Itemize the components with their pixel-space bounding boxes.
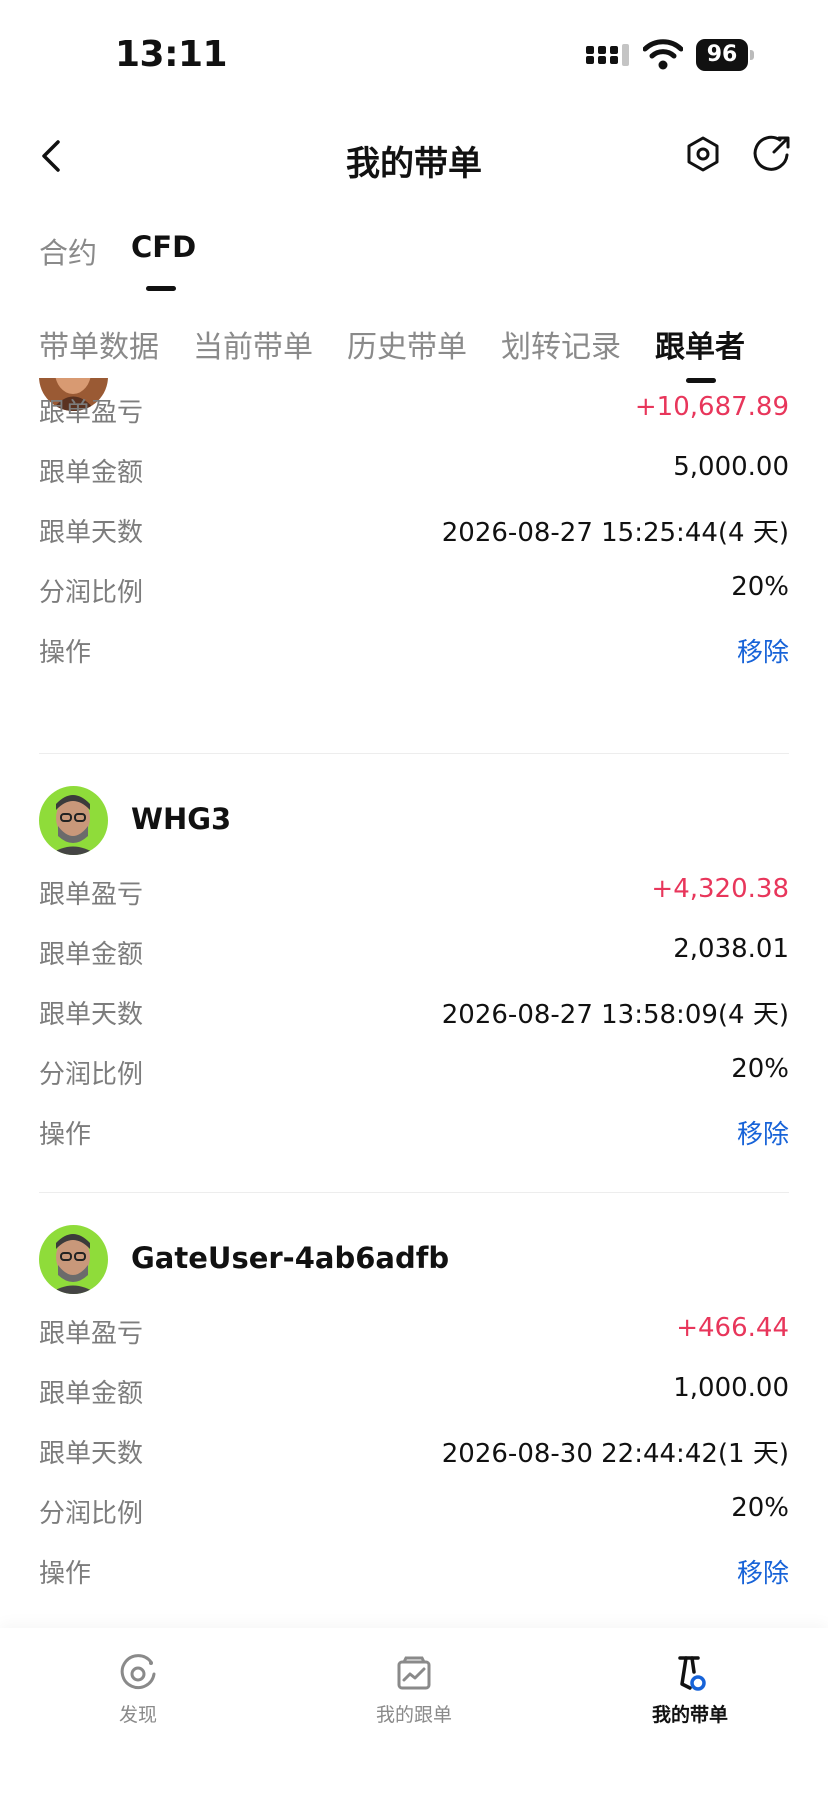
bottom-tab-label: 我的跟单 bbox=[375, 1704, 452, 1726]
nav-bar: 我的带单 bbox=[0, 110, 828, 200]
battery-tip bbox=[750, 50, 754, 60]
follower-name: GateUser-4ab6adfb bbox=[131, 1241, 450, 1275]
action-label: 操作 bbox=[39, 1120, 92, 1150]
amount-label: 跟单金额 bbox=[39, 940, 144, 970]
action-label: 操作 bbox=[39, 1559, 92, 1589]
settings-hexagon-icon[interactable] bbox=[683, 134, 723, 174]
amount-label: 跟单金额 bbox=[39, 1379, 144, 1409]
bottom-tab-my-copy[interactable]: 我的跟单 bbox=[314, 1654, 514, 1727]
profit-value: +10,687.89 bbox=[634, 392, 789, 422]
tab-followers[interactable]: 跟单者 bbox=[655, 322, 745, 366]
divider bbox=[39, 753, 789, 754]
days-value: 2026-08-30 22:44:42(1 天) bbox=[441, 1439, 789, 1469]
amount-value: 5,000.00 bbox=[673, 452, 789, 482]
days-label: 跟单天数 bbox=[39, 1439, 144, 1469]
battery-level: 96 bbox=[696, 39, 748, 71]
profit-row: 跟单盈亏 +4,320.38 bbox=[39, 874, 789, 914]
follower-name: WHG3 bbox=[131, 802, 232, 836]
share-value: 20% bbox=[731, 1054, 789, 1084]
action-row: 操作 移除 bbox=[39, 632, 789, 672]
amount-label: 跟单金额 bbox=[39, 458, 144, 488]
bottom-tab-discover[interactable]: 发现 bbox=[38, 1654, 238, 1727]
days-value: 2026-08-27 13:58:09(4 天) bbox=[441, 1000, 789, 1030]
amount-row: 跟单金额 5,000.00 bbox=[39, 452, 789, 492]
product-tabs: 合约 CFD bbox=[0, 220, 828, 296]
action-label: 操作 bbox=[39, 638, 92, 668]
cellular-signal-icon bbox=[586, 44, 629, 66]
amount-value: 1,000.00 bbox=[673, 1373, 789, 1403]
days-row: 跟单天数 2026-08-30 22:44:42(1 天) bbox=[39, 1433, 789, 1473]
amount-value: 2,038.01 bbox=[673, 934, 789, 964]
remove-button[interactable]: 移除 bbox=[737, 1553, 789, 1590]
share-value: 20% bbox=[731, 1493, 789, 1523]
tab-contract[interactable]: 合约 bbox=[39, 230, 97, 272]
battery-indicator: 96 bbox=[696, 39, 754, 71]
action-row: 操作 移除 bbox=[39, 1114, 789, 1154]
wifi-icon bbox=[643, 39, 683, 70]
days-row: 跟单天数 2026-08-27 13:58:09(4 天) bbox=[39, 994, 789, 1034]
bottom-tab-label: 我的带单 bbox=[651, 1704, 728, 1726]
chart-board-icon bbox=[397, 1656, 431, 1690]
days-label: 跟单天数 bbox=[39, 518, 144, 548]
days-label: 跟单天数 bbox=[39, 1000, 144, 1030]
share-row: 分润比例 20% bbox=[39, 1054, 789, 1094]
profit-row: 跟单盈亏 +10,687.89 bbox=[39, 392, 789, 432]
tab-cfd[interactable]: CFD bbox=[131, 230, 196, 264]
tab-lead-data[interactable]: 带单数据 bbox=[39, 322, 159, 366]
amount-row: 跟单金额 2,038.01 bbox=[39, 934, 789, 974]
remove-button[interactable]: 移除 bbox=[737, 632, 789, 669]
share-row: 分润比例 20% bbox=[39, 572, 789, 612]
bottom-tab-label: 发现 bbox=[118, 1704, 157, 1726]
remove-button[interactable]: 移除 bbox=[737, 1114, 789, 1151]
divider bbox=[39, 1192, 789, 1193]
tab-cfd-indicator bbox=[146, 286, 176, 291]
status-time: 13:11 bbox=[115, 34, 228, 75]
status-bar: 13:11 96 bbox=[0, 0, 828, 110]
follower-list[interactable]: 跟单盈亏 +10,687.89 跟单金额 5,000.00 跟单天数 2026-… bbox=[0, 378, 828, 1628]
profit-label: 跟单盈亏 bbox=[39, 1319, 144, 1349]
profit-value: +4,320.38 bbox=[651, 874, 789, 904]
profit-label: 跟单盈亏 bbox=[39, 398, 144, 428]
share-label: 分润比例 bbox=[39, 1499, 144, 1529]
share-label: 分润比例 bbox=[39, 1060, 144, 1090]
avatar bbox=[39, 786, 108, 855]
action-row: 操作 移除 bbox=[39, 1553, 789, 1593]
profit-row: 跟单盈亏 +466.44 bbox=[39, 1313, 789, 1353]
trader-flag-icon bbox=[678, 1656, 706, 1691]
days-value: 2026-08-27 15:25:44(4 天) bbox=[441, 518, 789, 548]
bottom-nav: 发现 我的跟单 我的带单 bbox=[0, 1628, 828, 1795]
days-row: 跟单天数 2026-08-27 15:25:44(4 天) bbox=[39, 512, 789, 552]
tab-transfer-records[interactable]: 划转记录 bbox=[501, 322, 621, 366]
discover-icon bbox=[120, 1654, 156, 1690]
tab-history-lead[interactable]: 历史带单 bbox=[347, 322, 467, 366]
avatar bbox=[39, 1225, 108, 1294]
bottom-tab-my-lead[interactable]: 我的带单 bbox=[590, 1654, 790, 1727]
share-icon[interactable] bbox=[752, 134, 792, 174]
share-label: 分润比例 bbox=[39, 578, 144, 608]
amount-row: 跟单金额 1,000.00 bbox=[39, 1373, 789, 1413]
profit-value: +466.44 bbox=[676, 1313, 789, 1343]
profit-label: 跟单盈亏 bbox=[39, 880, 144, 910]
share-row: 分润比例 20% bbox=[39, 1493, 789, 1533]
tab-current-lead[interactable]: 当前带单 bbox=[193, 322, 313, 366]
share-value: 20% bbox=[731, 572, 789, 602]
